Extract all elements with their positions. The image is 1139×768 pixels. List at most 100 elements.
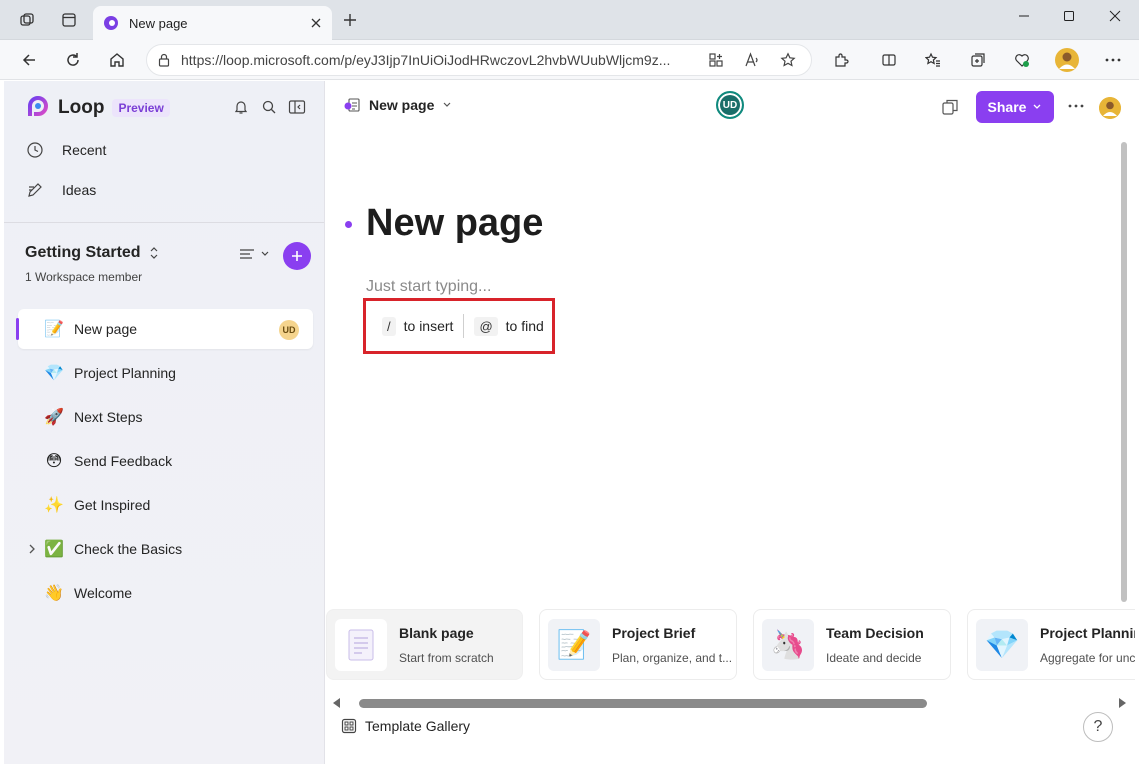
app-name: Loop: [58, 97, 105, 118]
template-card-blank-page[interactable]: Blank page Start from scratch: [326, 609, 523, 680]
workspace-members: 1 Workspace member: [25, 270, 143, 284]
editor-hint-box: / to insert @ to find: [363, 298, 555, 354]
horizontal-scrollbar-thumb[interactable]: [359, 699, 927, 708]
template-text: Team Decision Ideate and decide: [826, 625, 924, 665]
copy-component-icon[interactable]: [940, 97, 960, 117]
new-tab-icon[interactable]: [333, 0, 367, 40]
workspace-title[interactable]: Getting Started: [25, 244, 159, 262]
unicorn-icon: 🦄: [762, 618, 814, 671]
browser-titlebar: New page: [0, 0, 1139, 40]
chevron-down-icon: [260, 250, 270, 258]
page-title[interactable]: New page: [366, 202, 543, 245]
template-desc: Start from scratch: [399, 650, 494, 665]
sidebar-page-send-feedback[interactable]: 😳 Send Feedback: [18, 441, 313, 481]
clock-icon: [26, 141, 44, 159]
minimize-icon[interactable]: [1001, 0, 1047, 32]
template-card-team-decision[interactable]: 🦄 Team Decision Ideate and decide: [753, 609, 951, 680]
sidebar-page-label: Send Feedback: [74, 453, 173, 469]
sidebar-page-check-the-basics[interactable]: ✅ Check the Basics: [18, 529, 313, 569]
home-icon[interactable]: [97, 40, 137, 80]
presence-avatar[interactable]: UD: [716, 91, 744, 119]
address-bar[interactable]: https://loop.microsoft.com/p/eyJ3Ijp7InU…: [146, 44, 812, 76]
page-icon: [343, 96, 361, 114]
breadcrumb-title: New page: [369, 97, 435, 113]
template-text: Project Brief Plan, organize, and t...: [612, 625, 732, 665]
scroll-left-icon[interactable]: [333, 698, 341, 708]
split-screen-icon[interactable]: [869, 40, 909, 80]
find-hint-text: to find: [505, 318, 544, 334]
chevron-down-icon: [1032, 103, 1042, 111]
tab-actions-icon[interactable]: [52, 0, 86, 40]
sidebar-page-project-planning[interactable]: 💎 Project Planning: [18, 353, 313, 393]
breadcrumb[interactable]: New page: [343, 96, 452, 114]
more-options-icon[interactable]: [1093, 40, 1133, 80]
sidebar-page-welcome[interactable]: 👋 Welcome: [18, 573, 313, 613]
loop-logo-icon: [26, 96, 50, 120]
url-text[interactable]: https://loop.microsoft.com/p/eyJ3Ijp7InU…: [181, 52, 693, 68]
check-mark-icon: ✅: [44, 541, 64, 558]
favorites-icon[interactable]: [913, 40, 953, 80]
scroll-right-icon[interactable]: [1118, 698, 1126, 708]
avatar: UD: [279, 320, 299, 340]
user-avatar[interactable]: [1099, 97, 1121, 119]
slash-key: /: [382, 316, 396, 336]
refresh-icon[interactable]: [53, 40, 93, 80]
list-icon: [238, 247, 256, 261]
document-icon: [335, 618, 387, 671]
template-name: Team Decision: [826, 624, 924, 641]
loop-logo[interactable]: Loop Preview: [26, 96, 170, 120]
face-icon: 😳: [45, 453, 63, 470]
back-icon[interactable]: [9, 40, 49, 80]
waving-hand-icon: 👋: [44, 585, 64, 602]
bell-icon[interactable]: [228, 94, 254, 120]
workspaces-icon[interactable]: [10, 0, 44, 40]
browser-tab[interactable]: New page: [93, 6, 332, 40]
close-tab-icon[interactable]: [310, 17, 322, 29]
active-indicator: [16, 318, 19, 340]
drag-handle[interactable]: [345, 221, 352, 228]
help-button[interactable]: ?: [1083, 712, 1113, 742]
sidebar-page-next-steps[interactable]: 🚀 Next Steps: [18, 397, 313, 437]
add-page-button[interactable]: [283, 242, 311, 270]
template-name: Project Plannin: [1040, 624, 1135, 641]
chevron-up-down-icon[interactable]: [149, 246, 159, 260]
sparkles-icon: ✨: [44, 497, 64, 514]
maximize-icon[interactable]: [1046, 0, 1092, 32]
sidebar-page-new-page[interactable]: 📝 New page UD: [16, 309, 313, 349]
sidebar-item-label: Ideas: [62, 182, 97, 198]
collapse-sidebar-icon[interactable]: [284, 94, 310, 120]
tab-title: New page: [129, 15, 188, 31]
template-desc: Ideate and decide: [826, 650, 922, 665]
profile-avatar-icon[interactable]: [1047, 40, 1087, 80]
sidebar-page-label: Welcome: [74, 585, 133, 601]
template-card-project-brief[interactable]: 📝 Project Brief Plan, organize, and t...: [539, 609, 737, 680]
template-text: Blank page Start from scratch: [399, 625, 494, 665]
sidebar-page-get-inspired[interactable]: ✨ Get Inspired: [18, 485, 313, 525]
sidebar-page-label: Check the Basics: [74, 541, 183, 557]
search-icon[interactable]: [256, 94, 282, 120]
extensions-icon[interactable]: [821, 40, 861, 80]
lock-icon[interactable]: [157, 53, 171, 67]
sidebar-page-label: Project Planning: [74, 365, 176, 381]
template-card-project-planning[interactable]: 💎 Project Plannin Aggregate for unc: [967, 609, 1135, 680]
loop-favicon-icon: [103, 15, 119, 31]
share-button[interactable]: Share: [976, 91, 1054, 123]
sidebar-item-ideas[interactable]: Ideas: [26, 181, 96, 199]
sidebar-divider: [4, 222, 324, 223]
browser-essentials-icon[interactable]: [1002, 40, 1042, 80]
sort-menu-button[interactable]: [238, 247, 270, 261]
vertical-scrollbar[interactable]: [1121, 142, 1127, 602]
template-name: Project Brief: [612, 624, 696, 641]
sidebar-item-label: Recent: [62, 142, 107, 158]
template-gallery-button[interactable]: Template Gallery: [341, 718, 470, 734]
more-options-icon[interactable]: [1068, 104, 1084, 108]
read-aloud-icon[interactable]: [739, 47, 765, 73]
favorite-star-icon[interactable]: [775, 47, 801, 73]
close-window-icon[interactable]: [1092, 0, 1138, 32]
diamond-icon: 💎: [44, 365, 64, 382]
find-hint: @ to find: [474, 316, 544, 336]
editor-placeholder[interactable]: Just start typing...: [366, 278, 491, 296]
app-available-icon[interactable]: [703, 47, 729, 73]
collections-icon[interactable]: [958, 40, 998, 80]
sidebar-item-recent[interactable]: Recent: [26, 141, 106, 159]
